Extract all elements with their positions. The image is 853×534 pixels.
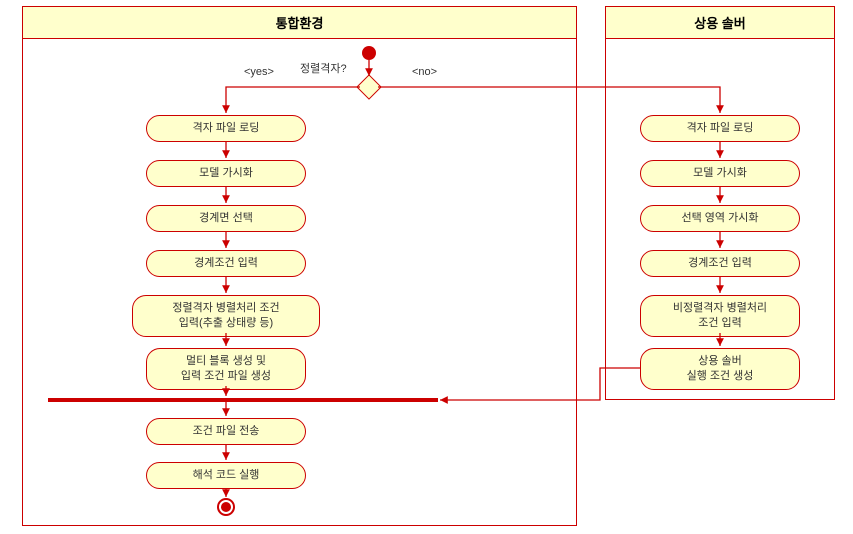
activity-b5-line1: 비정렬격자 병렬처리 xyxy=(673,302,767,314)
activity-a6: 멀티 블록 생성 및 입력 조건 파일 생성 xyxy=(146,348,306,390)
no-label: <no> xyxy=(412,66,437,78)
activity-b5-line2: 조건 입력 xyxy=(698,317,742,329)
activity-b6-line1: 상용 솔버 xyxy=(698,355,742,367)
activity-a7: 조건 파일 전송 xyxy=(146,418,306,445)
start-node xyxy=(362,46,376,60)
activity-a8-text: 해석 코드 실행 xyxy=(193,469,260,481)
swimlane-commercial: 상용 솔버 xyxy=(605,6,835,400)
activity-b6: 상용 솔버 실행 조건 생성 xyxy=(640,348,800,390)
activity-a6-line1: 멀티 블록 생성 및 xyxy=(186,355,266,367)
activity-a5-line1: 정렬격자 병렬처리 조건 xyxy=(172,302,279,314)
activity-b1-text: 격자 파일 로딩 xyxy=(687,122,754,134)
activity-a3: 경계면 선택 xyxy=(146,205,306,232)
activity-b3-text: 선택 영역 가시화 xyxy=(682,212,759,224)
activity-a7-text: 조건 파일 전송 xyxy=(193,425,260,437)
activity-a2-text: 모델 가시화 xyxy=(199,167,253,179)
activity-b4-text: 경계조건 입력 xyxy=(688,257,752,269)
activity-a1: 격자 파일 로딩 xyxy=(146,115,306,142)
activity-a6-line2: 입력 조건 파일 생성 xyxy=(181,370,271,382)
activity-b2: 모델 가시화 xyxy=(640,160,800,187)
swimlane-integrated-title: 통합환경 xyxy=(23,7,576,39)
sync-bar xyxy=(48,398,438,402)
activity-b3: 선택 영역 가시화 xyxy=(640,205,800,232)
activity-a5: 정렬격자 병렬처리 조건 입력(추출 상태량 등) xyxy=(132,295,320,337)
activity-b2-text: 모델 가시화 xyxy=(693,167,747,179)
activity-b4: 경계조건 입력 xyxy=(640,250,800,277)
activity-a4: 경계조건 입력 xyxy=(146,250,306,277)
activity-a2: 모델 가시화 xyxy=(146,160,306,187)
activity-b5: 비정렬격자 병렬처리 조건 입력 xyxy=(640,295,800,337)
end-node xyxy=(217,498,235,516)
activity-a5-line2: 입력(추출 상태량 등) xyxy=(179,317,273,329)
activity-a4-text: 경계조건 입력 xyxy=(194,257,258,269)
swimlane-commercial-title: 상용 솔버 xyxy=(606,7,834,39)
decision-label: 정렬격자? xyxy=(300,60,347,76)
activity-a1-text: 격자 파일 로딩 xyxy=(193,122,260,134)
activity-a3-text: 경계면 선택 xyxy=(199,212,253,224)
yes-label: <yes> xyxy=(244,66,274,78)
activity-b1: 격자 파일 로딩 xyxy=(640,115,800,142)
activity-b6-line2: 실행 조건 생성 xyxy=(687,370,754,382)
activity-a8: 해석 코드 실행 xyxy=(146,462,306,489)
